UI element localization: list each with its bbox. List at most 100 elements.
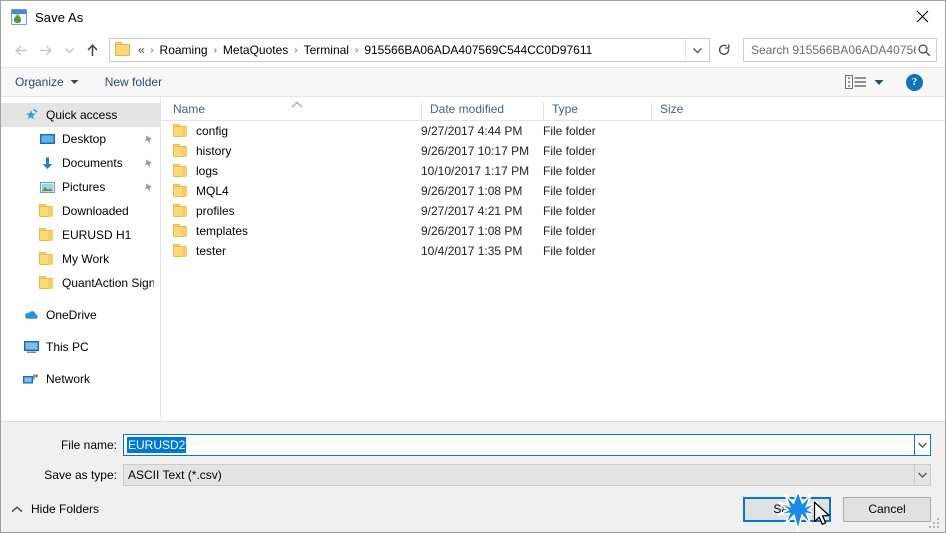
column-header-date-modified[interactable]: Date modified [421, 102, 543, 120]
documents-arrow-icon [39, 155, 55, 171]
folder-icon [173, 124, 189, 138]
sidebar-item-documents[interactable]: Documents [1, 151, 160, 175]
file-date-cell: 9/26/2017 10:17 PM [421, 144, 530, 158]
breadcrumb-item-guid[interactable]: 915566BA06ADA407569C544CC0D97611 [361, 43, 595, 57]
save-button-label: Save [773, 502, 801, 516]
folder-icon [39, 227, 55, 243]
folder-icon [39, 251, 55, 267]
column-header-type[interactable]: Type [543, 102, 651, 120]
file-list-pane: Name Date modified Type Size config 9/27… [161, 97, 945, 421]
table-row[interactable]: logs 10/10/2017 1:17 PM File folder [161, 161, 945, 181]
save-as-dialog: Save As « › Roaming › MetaQuotes › Termi… [0, 0, 946, 533]
sidebar-item-onedrive[interactable]: OneDrive [1, 303, 160, 327]
file-name-cell: config [161, 124, 421, 138]
hide-folders-button[interactable]: Hide Folders [11, 502, 99, 516]
pin-icon[interactable] [143, 158, 154, 169]
file-name-text: templates [196, 224, 249, 238]
help-button[interactable]: ? [906, 73, 923, 91]
folder-icon [173, 144, 189, 158]
file-date-cell: 10/10/2017 1:17 PM [421, 164, 530, 178]
command-bar: Organize New folder ? [1, 67, 945, 97]
navigation-pane: Quick access Desktop Documents Pictures … [1, 97, 161, 421]
save-as-type-dropdown-button[interactable] [914, 464, 931, 486]
file-name-text: profiles [196, 204, 235, 218]
column-headers: Name Date modified Type Size [161, 97, 945, 121]
breadcrumb-separator: › [213, 44, 217, 56]
sidebar-item-eurusd-h1[interactable]: EURUSD H1 [1, 223, 160, 247]
save-as-type-select[interactable]: ASCII Text (*.csv) [123, 464, 914, 486]
sidebar-item-label: Network [46, 372, 91, 386]
file-type-cell: File folder [543, 164, 596, 178]
new-folder-button[interactable]: New folder [105, 75, 162, 89]
chevron-down-icon [64, 47, 74, 53]
file-type-cell: File folder [543, 204, 596, 218]
table-row[interactable]: templates 9/26/2017 1:08 PM File folder [161, 221, 945, 241]
arrow-left-icon [14, 44, 27, 56]
breadcrumb-separator: › [354, 44, 359, 56]
refresh-icon [718, 43, 729, 55]
file-type-cell: File folder [543, 224, 596, 238]
sidebar-item-my-work[interactable]: My Work [1, 247, 160, 271]
recent-locations-button[interactable] [59, 37, 79, 63]
breadcrumb-overflow[interactable]: « [135, 43, 147, 57]
sidebar-item-label: Desktop [62, 132, 107, 146]
close-icon[interactable] [899, 1, 945, 32]
sidebar-item-label: My Work [62, 252, 110, 266]
column-header-size[interactable]: Size [651, 102, 713, 120]
sidebar-item-network[interactable]: Network [1, 367, 160, 391]
table-row[interactable]: history 9/26/2017 10:17 PM File folder [161, 141, 945, 161]
arrow-up-icon [86, 43, 98, 56]
save-button[interactable]: Save [743, 496, 831, 522]
organize-button[interactable]: Organize [15, 75, 79, 89]
chevron-down-icon [917, 472, 928, 479]
view-dropdown-button[interactable] [874, 79, 884, 86]
back-button[interactable] [7, 37, 33, 63]
table-row[interactable]: MQL4 9/26/2017 1:08 PM File folder [161, 181, 945, 201]
cancel-button[interactable]: Cancel [843, 496, 931, 522]
refresh-button[interactable] [711, 38, 737, 62]
desktop-icon [39, 131, 55, 147]
up-button[interactable] [79, 37, 105, 63]
dialog-body: Quick access Desktop Documents Pictures … [1, 97, 945, 421]
command-bar-right: ? [845, 73, 937, 91]
sidebar-item-label: This PC [46, 340, 89, 354]
search-placeholder: Search 915566BA06ADA40756... [751, 43, 916, 57]
hide-folders-label: Hide Folders [31, 502, 100, 516]
table-row[interactable]: config 9/27/2017 4:44 PM File folder [161, 121, 945, 141]
search-input[interactable]: Search 915566BA06ADA40756... [743, 38, 937, 62]
sidebar-item-desktop[interactable]: Desktop [1, 127, 160, 151]
breadcrumb-item-roaming[interactable]: Roaming [157, 43, 211, 57]
breadcrumb-item-metaquotes[interactable]: MetaQuotes [220, 43, 291, 57]
pictures-icon [39, 179, 55, 195]
sidebar-group-divider [1, 327, 160, 335]
pin-icon[interactable] [143, 134, 154, 145]
address-dropdown-button[interactable] [685, 39, 709, 61]
file-name-dropdown-button[interactable] [914, 434, 931, 456]
sidebar-item-quick-access[interactable]: Quick access [1, 103, 160, 127]
organize-label: Organize [15, 75, 64, 89]
file-name-field-wrap: EURUSD2 [123, 434, 931, 456]
folder-icon [39, 275, 55, 291]
file-type-cell: File folder [543, 144, 596, 158]
table-row[interactable]: tester 10/4/2017 1:35 PM File folder [161, 241, 945, 261]
pin-icon[interactable] [143, 182, 154, 193]
folder-icon [39, 203, 55, 219]
sidebar-item-pictures[interactable]: Pictures [1, 175, 160, 199]
file-name-input[interactable]: EURUSD2 [123, 434, 914, 456]
search-icon [916, 43, 932, 57]
breadcrumb: « › Roaming › MetaQuotes › Terminal › 91… [135, 43, 685, 57]
network-icon [23, 371, 39, 387]
view-layout-icon[interactable] [845, 74, 867, 90]
sidebar-item-label: Pictures [62, 180, 106, 194]
sidebar-item-this-pc[interactable]: This PC [1, 335, 160, 359]
sidebar-item-quantaction-signal[interactable]: QuantAction Signal [1, 271, 160, 295]
address-bar[interactable]: « › Roaming › MetaQuotes › Terminal › 91… [109, 38, 710, 62]
sidebar-item-downloaded[interactable]: Downloaded [1, 199, 160, 223]
sidebar-item-label: OneDrive [46, 308, 97, 322]
breadcrumb-item-terminal[interactable]: Terminal [301, 43, 352, 57]
file-name-cell: MQL4 [161, 184, 421, 198]
table-row[interactable]: profiles 9/27/2017 4:21 PM File folder [161, 201, 945, 221]
resize-grip[interactable] [929, 518, 941, 530]
file-name-text: logs [196, 164, 219, 178]
forward-button[interactable] [33, 37, 59, 63]
